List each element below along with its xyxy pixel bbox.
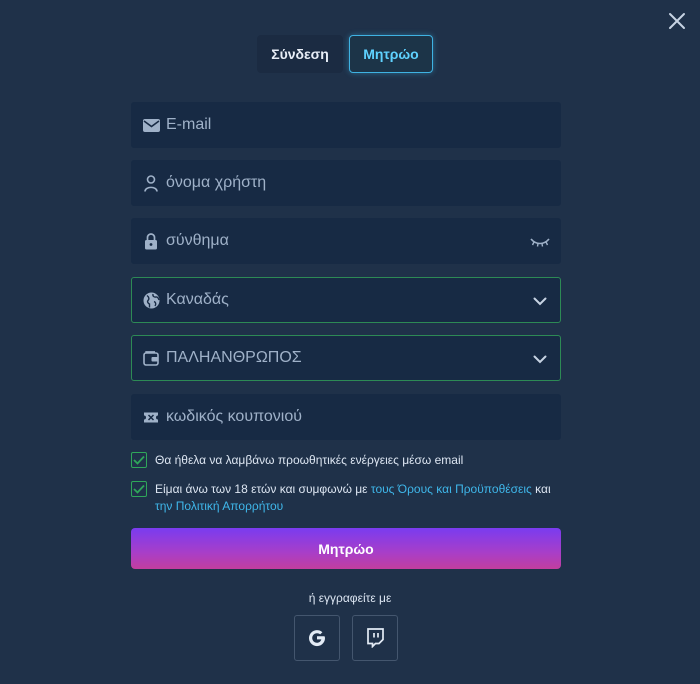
envelope-icon (142, 116, 160, 134)
password-field[interactable] (131, 218, 561, 264)
google-icon (309, 630, 326, 647)
twitch-signup-button[interactable] (352, 615, 398, 661)
username-field[interactable] (131, 160, 561, 206)
checkmark-icon (133, 484, 145, 494)
username-input[interactable] (166, 174, 506, 192)
lock-icon (142, 232, 160, 250)
chevron-down-icon (530, 291, 550, 311)
terms-text-mid: και (531, 482, 551, 496)
auth-tabs: Σύνδεση Μητρώο (257, 35, 433, 73)
terms-link[interactable]: τους Όρους και Προϋποθέσεις (371, 482, 532, 496)
close-icon[interactable] (666, 10, 688, 32)
privacy-link[interactable]: την Πολιτική Απορρήτου (155, 499, 283, 513)
email-input[interactable] (166, 116, 506, 134)
terms-text-before: Είμαι άνω των 18 ετών και συμφωνώ με (155, 482, 371, 496)
globe-icon (142, 291, 160, 309)
wallet-icon (142, 349, 160, 367)
eye-closed-icon[interactable] (530, 232, 550, 252)
promo-checkbox[interactable] (131, 452, 147, 468)
country-value: Καναδάς (166, 291, 229, 308)
user-icon (142, 174, 160, 192)
email-field[interactable] (131, 102, 561, 148)
promo-consent-row: Θα ήθελα να λαμβάνω προωθητικές ενέργειε… (131, 452, 561, 469)
password-input[interactable] (166, 232, 506, 250)
country-select[interactable]: Καναδάς (131, 277, 561, 323)
promo-label: Θα ήθελα να λαμβάνω προωθητικές ενέργειε… (155, 453, 464, 467)
currency-select[interactable]: ΠΑΛΗΑΝΘΡΩΠΟΣ (131, 335, 561, 381)
coupon-input[interactable] (166, 408, 506, 426)
or-register-with-label: ή εγγραφείτε με (308, 591, 392, 605)
terms-checkbox[interactable] (131, 481, 147, 497)
ticket-icon (142, 408, 160, 426)
register-submit-button[interactable]: Μητρώο (131, 528, 561, 569)
checkmark-icon (133, 455, 145, 465)
tab-login[interactable]: Σύνδεση (257, 35, 343, 73)
terms-label: Είμαι άνω των 18 ετών και συμφωνώ με του… (155, 481, 561, 515)
chevron-down-icon (530, 349, 550, 369)
google-signup-button[interactable] (294, 615, 340, 661)
coupon-field[interactable] (131, 394, 561, 440)
twitch-icon (367, 628, 384, 648)
registration-modal: Σύνδεση Μητρώο Καναδάς (0, 0, 700, 684)
tab-register[interactable]: Μητρώο (349, 35, 433, 73)
currency-value: ΠΑΛΗΑΝΘΡΩΠΟΣ (166, 349, 302, 366)
terms-consent-row: Είμαι άνω των 18 ετών και συμφωνώ με του… (131, 481, 561, 515)
